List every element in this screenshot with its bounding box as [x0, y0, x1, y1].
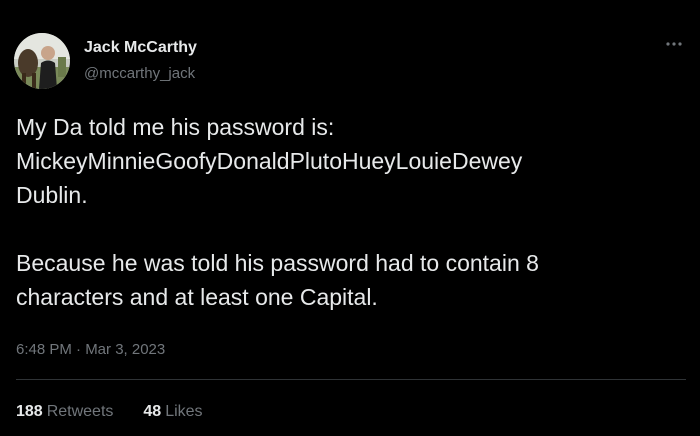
- engagement-stats: 188 Retweets 48 Likes: [16, 402, 203, 422]
- tweet-card: Jack McCarthy @mccarthy_jack My Da told …: [0, 0, 700, 436]
- retweets-label: Retweets: [46, 403, 114, 420]
- avatar[interactable]: [14, 33, 70, 89]
- tweet-text-line: MickeyMinnieGoofyDonaldPlutoHueyLouieDew…: [16, 148, 523, 174]
- tweet-text-line: Because he was told his password had to …: [16, 250, 539, 276]
- tweet-timestamp[interactable]: 6:48 PM · Mar 3, 2023: [16, 340, 165, 360]
- tweet-text-line: Dublin.: [16, 182, 88, 208]
- tweet-text-line: My Da told me his password is:: [16, 114, 335, 140]
- likes-label: Likes: [165, 403, 203, 420]
- tweet-text: My Da told me his password is: MickeyMin…: [16, 110, 686, 314]
- divider: [16, 379, 686, 380]
- retweets-count: 188: [16, 403, 43, 420]
- avatar-image: [14, 33, 70, 89]
- author-name[interactable]: Jack McCarthy: [84, 38, 197, 58]
- retweets-stat[interactable]: 188 Retweets: [16, 402, 113, 422]
- more-horizontal-icon[interactable]: [662, 34, 686, 54]
- author-handle[interactable]: @mccarthy_jack: [84, 64, 195, 84]
- tweet-text-line: characters and at least one Capital.: [16, 284, 378, 310]
- likes-stat[interactable]: 48 Likes: [143, 402, 202, 422]
- likes-count: 48: [143, 403, 162, 420]
